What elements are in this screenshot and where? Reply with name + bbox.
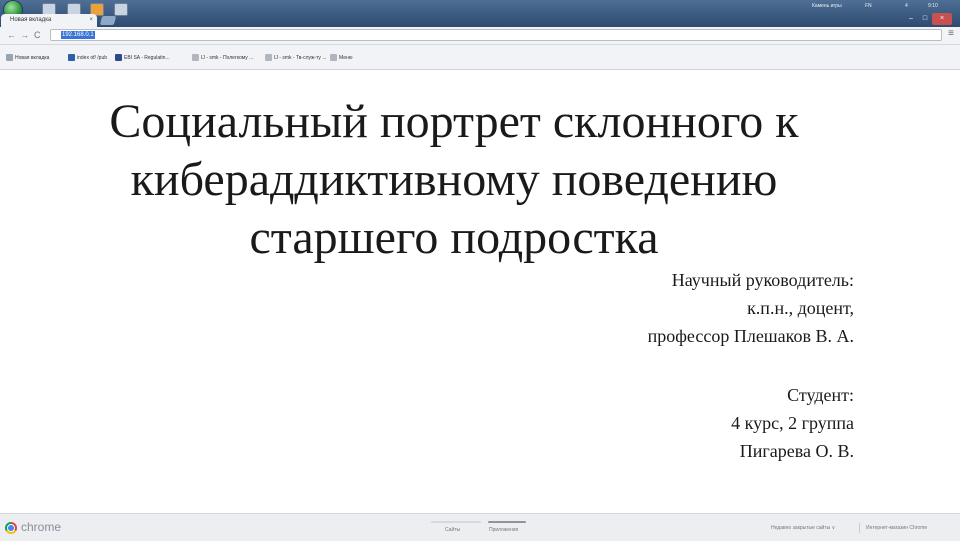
forward-icon[interactable]: → bbox=[20, 29, 29, 41]
tray-counter: 4 bbox=[905, 3, 908, 9]
bookmark-item[interactable]: EBI SA - Regulatin... bbox=[115, 53, 170, 63]
bookmark-item[interactable]: Меню bbox=[330, 53, 353, 63]
bookmark-item[interactable]: IJ - smk - Полегкому ... bbox=[192, 53, 253, 63]
supervisor-degree: к.п.н., доцент, bbox=[747, 298, 854, 318]
address-bar[interactable]: 192.168.0.1 bbox=[50, 29, 942, 41]
user-name[interactable]: Камень игры bbox=[812, 3, 842, 9]
bookmark-icon bbox=[115, 54, 122, 62]
pager-label-apps[interactable]: Приложения bbox=[489, 527, 518, 533]
web-store-link[interactable]: Интернет-магазин Chrome bbox=[866, 525, 927, 531]
new-tab-footer: chrome Сайты Приложения Недавно закрытые… bbox=[0, 513, 960, 541]
pager-label-sites[interactable]: Сайты bbox=[445, 527, 460, 533]
close-window-button[interactable]: × bbox=[932, 13, 952, 25]
reload-icon[interactable]: C bbox=[34, 29, 41, 41]
title-line: Социальный портрет склонного к bbox=[109, 95, 799, 148]
new-tab-button[interactable] bbox=[99, 16, 117, 25]
url-text[interactable]: 192.168.0.1 bbox=[61, 31, 95, 39]
bookmark-label: IJ - smk - Полегкому ... bbox=[201, 55, 254, 61]
browser-tab[interactable]: Новая вкладка × bbox=[1, 14, 97, 27]
bookmark-icon bbox=[68, 54, 75, 62]
language-indicator[interactable]: FN bbox=[865, 3, 872, 9]
title-line: кибераддиктивному поведению bbox=[130, 153, 778, 206]
bookmark-item[interactable]: index of/ /pub bbox=[68, 53, 107, 63]
student-block: Студент: 4 курс, 2 группа Пигарева О. В. bbox=[560, 381, 854, 465]
bookmark-icon bbox=[265, 54, 272, 62]
supervisor-heading: Научный руководитель: bbox=[671, 270, 854, 290]
student-course: 4 курс, 2 группа bbox=[731, 413, 854, 433]
bookmark-label: Новая вкладка bbox=[15, 55, 50, 61]
bookmarks-bar: Новая вкладка index of/ /pub EBI SA - Re… bbox=[0, 45, 960, 70]
page-indicator-apps[interactable] bbox=[488, 521, 526, 523]
bookmark-label: IJ - smk - Тв-служ-ту ... bbox=[274, 55, 327, 61]
supervisor-block: Научный руководитель: к.п.н., доцент, пр… bbox=[560, 266, 854, 350]
clock: 9:10 bbox=[928, 3, 938, 9]
student-name: Пигарева О. В. bbox=[739, 441, 854, 461]
bookmark-label: index of/ /pub bbox=[77, 55, 108, 61]
slide-title: Социальный портрет склонного к киберадди… bbox=[30, 93, 878, 267]
taskbar-app-icon[interactable] bbox=[114, 3, 128, 16]
page-indicator-sites[interactable] bbox=[431, 521, 481, 523]
window-titlebar: Новая вкладка × Камень игры FN 4 9:10 – … bbox=[0, 0, 960, 27]
recently-closed-link[interactable]: Недавно закрытые сайты ∨ bbox=[771, 525, 835, 531]
browser-toolbar: ← → C 192.168.0.1 ≡ bbox=[0, 27, 960, 45]
bookmark-icon bbox=[330, 54, 337, 62]
supervisor-name: профессор Плешаков В. А. bbox=[647, 326, 854, 346]
tab-close-icon[interactable]: × bbox=[89, 14, 93, 27]
bookmark-icon bbox=[6, 54, 13, 62]
bookmark-item[interactable]: Новая вкладка bbox=[6, 53, 49, 63]
maximize-button[interactable]: □ bbox=[918, 13, 932, 25]
chrome-logo-icon bbox=[5, 522, 17, 534]
bookmark-label: Меню bbox=[339, 55, 353, 61]
bookmark-label: EBI SA - Regulatin... bbox=[124, 55, 170, 61]
bookmark-item[interactable]: IJ - smk - Тв-служ-ту ... bbox=[265, 53, 326, 63]
footer-divider bbox=[859, 523, 860, 533]
student-heading: Студент: bbox=[787, 385, 854, 405]
minimize-button[interactable]: – bbox=[904, 13, 918, 25]
tab-title: Новая вкладка bbox=[10, 17, 52, 23]
back-icon[interactable]: ← bbox=[7, 29, 16, 41]
bookmark-icon bbox=[192, 54, 199, 62]
chrome-wordmark: chrome bbox=[21, 520, 62, 534]
menu-icon[interactable]: ≡ bbox=[948, 28, 954, 40]
title-line: старшего подростка bbox=[249, 211, 659, 264]
